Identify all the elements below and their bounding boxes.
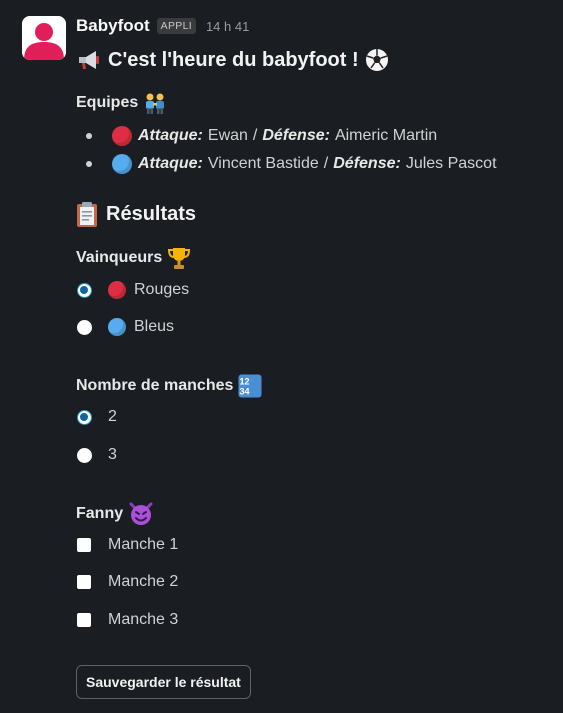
timestamp[interactable]: 14 h 41 [206,19,249,34]
attack-label: Attaque: [138,155,203,172]
slack-message: Babyfoot APPLI 14 h 41 C'est l'heure du … [0,0,563,713]
bullet [86,161,92,167]
person-icon [22,16,66,60]
team-item-red: Attaque: Ewan / Défense: Aimeric Martin [86,124,437,148]
rounds-icon-text: 34 [240,387,250,397]
save-result-button[interactable]: Sauvegarder le résultat [76,665,251,699]
team-item-blue: Attaque: Vincent Bastide / Défense: Jule… [86,152,497,176]
fanny-option-2[interactable]: Manche 2 [77,571,178,593]
app-badge: APPLI [156,18,196,34]
attack-player: Ewan [207,127,248,144]
option-label: Manche 2 [108,573,179,590]
option-label: 3 [108,446,117,463]
message-header: Babyfoot APPLI 14 h 41 [76,15,249,37]
separator: / [252,127,258,144]
radio-button[interactable] [77,409,92,425]
trophy-icon [167,246,191,270]
radio-button[interactable] [77,447,92,463]
checkbox[interactable] [77,613,91,627]
rounds-label: Nombre de manches 12 34 [76,373,262,399]
sender-name[interactable]: Babyfoot [76,16,150,36]
option-label: 2 [108,408,117,425]
blue-circle-icon [108,318,126,336]
numbers-1234-icon: 12 34 [238,374,262,398]
message-title: C'est l'heure du babyfoot ! [76,44,389,76]
attack-label: Attaque: [138,127,203,144]
smiling-imp-icon [128,502,154,526]
megaphone-icon [76,48,102,72]
radio-button[interactable] [77,282,92,298]
rounds-icon-text: 12 [240,377,250,387]
winner-option-red[interactable]: Rouges [77,279,189,301]
rounds-option-3[interactable]: 3 [77,444,117,466]
winner-option-blue[interactable]: Bleus [77,316,174,338]
winners-label: Vainqueurs [76,245,191,271]
app-avatar[interactable] [22,16,66,60]
defense-player: Aimeric Martin [334,127,438,144]
clipboard-icon [76,201,98,227]
two-people-icon [142,92,168,114]
checkbox[interactable] [77,575,91,589]
fanny-option-1[interactable]: Manche 1 [77,534,178,556]
results-heading-text: Résultats [106,202,197,225]
option-label: Bleus [134,318,175,335]
red-circle-icon [112,126,132,146]
radio-button[interactable] [77,319,92,335]
rounds-option-2[interactable]: 2 [77,406,117,428]
option-label: Manche 3 [108,611,179,628]
defense-player: Jules Pascot [405,155,497,172]
checkbox[interactable] [77,538,91,552]
teams-label: Equipes [76,90,168,116]
option-label: Manche 1 [108,536,179,553]
separator: / [323,155,329,172]
defense-label: Défense: [262,127,330,144]
blue-circle-icon [112,154,132,174]
red-circle-icon [108,281,126,299]
fanny-option-3[interactable]: Manche 3 [77,609,178,631]
fanny-label: Fanny [76,501,154,527]
attack-player: Vincent Bastide [207,155,319,172]
title-text: C'est l'heure du babyfoot ! [108,48,359,71]
defense-label: Défense: [333,155,401,172]
option-label: Rouges [134,281,190,298]
bullet [86,133,92,139]
soccer-ball-icon [365,48,389,72]
results-heading: Résultats [76,199,196,229]
